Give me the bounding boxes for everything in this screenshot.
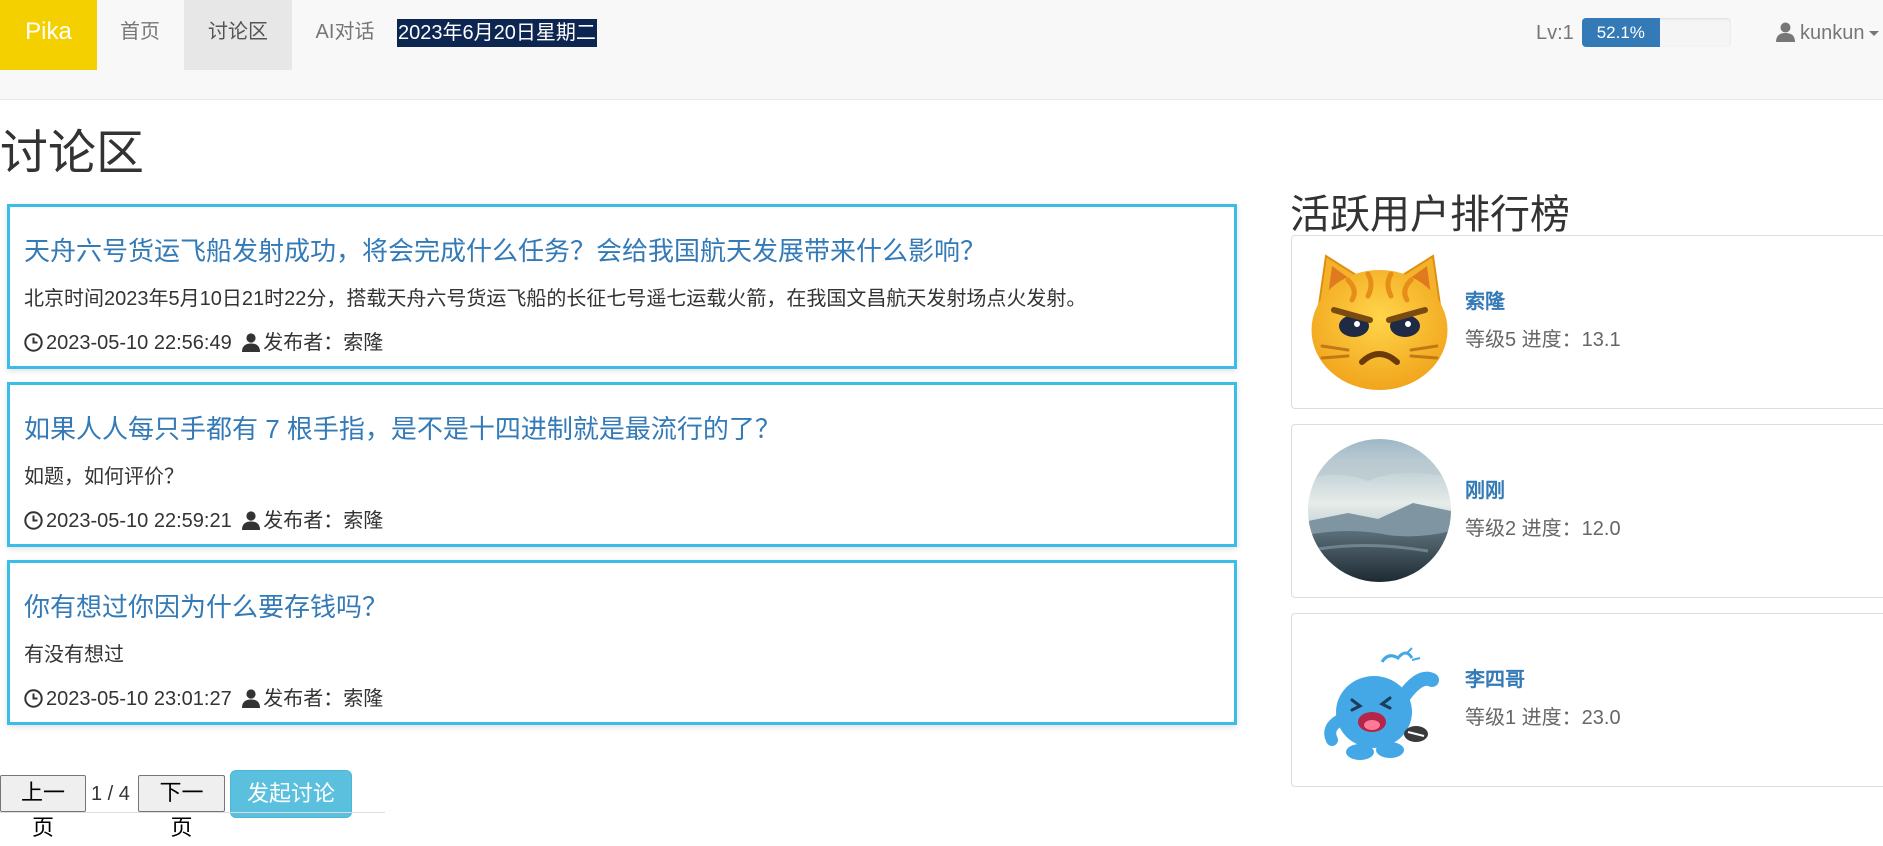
chevron-down-icon bbox=[1868, 31, 1879, 37]
ranking-user-info: 等级2 进度：12.0 bbox=[1465, 518, 1621, 540]
nav-ai-chat[interactable]: AI对话 bbox=[292, 0, 398, 70]
user-menu[interactable]: kunkun bbox=[1776, 19, 1879, 47]
clock-icon bbox=[24, 332, 43, 360]
ranking-user-name[interactable]: 索隆 bbox=[1465, 288, 1505, 316]
ranking-user-info: 等级5 进度：13.1 bbox=[1465, 329, 1621, 351]
divider bbox=[0, 812, 385, 813]
post-card: 你有想过你因为什么要存钱吗？ 有没有想过 2023-05-10 23:01:27… bbox=[7, 560, 1237, 725]
prev-page-button[interactable]: 上一页 bbox=[0, 775, 86, 841]
page-title: 讨论区 bbox=[0, 127, 145, 180]
post-author: 发布者：索隆 bbox=[263, 688, 384, 710]
post-time: 2023-05-10 23:01:27 bbox=[46, 688, 232, 710]
post-card: 如果人人每只手都有 7 根手指，是不是十四进制就是最流行的了？ 如题，如何评价？… bbox=[7, 382, 1237, 547]
landscape-avatar bbox=[1308, 439, 1451, 582]
page-indicator: 1 / 4 bbox=[91, 783, 130, 805]
next-page-button[interactable]: 下一页 bbox=[138, 775, 225, 841]
username: kunkun bbox=[1800, 22, 1865, 44]
post-meta: 2023-05-10 22:56:49 发布者：索隆 bbox=[24, 329, 383, 360]
user-icon bbox=[242, 510, 261, 538]
user-icon bbox=[242, 688, 261, 716]
nav-forum[interactable]: 讨论区 bbox=[184, 0, 292, 70]
post-title-link[interactable]: 天舟六号货运飞船发射成功，将会完成什么任务？会给我国航天发展带来什么影响？ bbox=[24, 234, 986, 268]
post-summary: 有没有想过 bbox=[24, 644, 124, 666]
clock-icon bbox=[24, 688, 43, 716]
navbar: Pika 首页 讨论区 AI对话 2023年6月20日星期二 Lv:1 52.1… bbox=[0, 0, 1883, 100]
ranking-user-name[interactable]: 李四哥 bbox=[1465, 666, 1525, 694]
post-summary: 如题，如何评价？ bbox=[24, 466, 184, 488]
ranking-item: 李四哥 等级1 进度：23.0 bbox=[1291, 613, 1883, 787]
level-progress-bar: 52.1% bbox=[1582, 18, 1660, 47]
brand-logo[interactable]: Pika bbox=[0, 0, 97, 70]
user-icon bbox=[242, 332, 261, 360]
user-icon bbox=[1776, 22, 1795, 50]
post-time: 2023-05-10 22:59:21 bbox=[46, 510, 232, 532]
post-meta: 2023-05-10 22:59:21 发布者：索隆 bbox=[24, 507, 383, 538]
post-time: 2023-05-10 22:56:49 bbox=[46, 332, 232, 354]
ranking-item: 刚刚 等级2 进度：12.0 bbox=[1291, 424, 1883, 598]
level-label: Lv:1 bbox=[1536, 22, 1574, 44]
post-card: 天舟六号货运飞船发射成功，将会完成什么任务？会给我国航天发展带来什么影响？ 北京… bbox=[7, 204, 1237, 369]
blue-cartoon-avatar bbox=[1324, 647, 1439, 760]
angry-cat-avatar bbox=[1311, 254, 1448, 390]
post-author: 发布者：索隆 bbox=[263, 332, 384, 354]
clock-icon bbox=[24, 510, 43, 538]
ranking-item: 索隆 等级5 进度：13.1 bbox=[1291, 235, 1883, 409]
post-title-link[interactable]: 你有想过你因为什么要存钱吗？ bbox=[24, 590, 388, 624]
level-progress: 52.1% bbox=[1582, 18, 1731, 47]
ranking-title: 活跃用户排行榜 bbox=[1290, 193, 1570, 237]
new-discussion-button[interactable]: 发起讨论 bbox=[230, 770, 352, 818]
current-date: 2023年6月20日星期二 bbox=[397, 19, 597, 47]
post-author: 发布者：索隆 bbox=[263, 510, 384, 532]
ranking-user-name[interactable]: 刚刚 bbox=[1465, 477, 1505, 505]
ranking-user-info: 等级1 进度：23.0 bbox=[1465, 707, 1621, 729]
post-title-link[interactable]: 如果人人每只手都有 7 根手指，是不是十四进制就是最流行的了？ bbox=[24, 412, 781, 446]
nav-home[interactable]: 首页 bbox=[97, 0, 183, 70]
post-summary: 北京时间2023年5月10日21时22分，搭载天舟六号货运飞船的长征七号遥七运载… bbox=[24, 288, 1087, 310]
post-meta: 2023-05-10 23:01:27 发布者：索隆 bbox=[24, 685, 383, 716]
